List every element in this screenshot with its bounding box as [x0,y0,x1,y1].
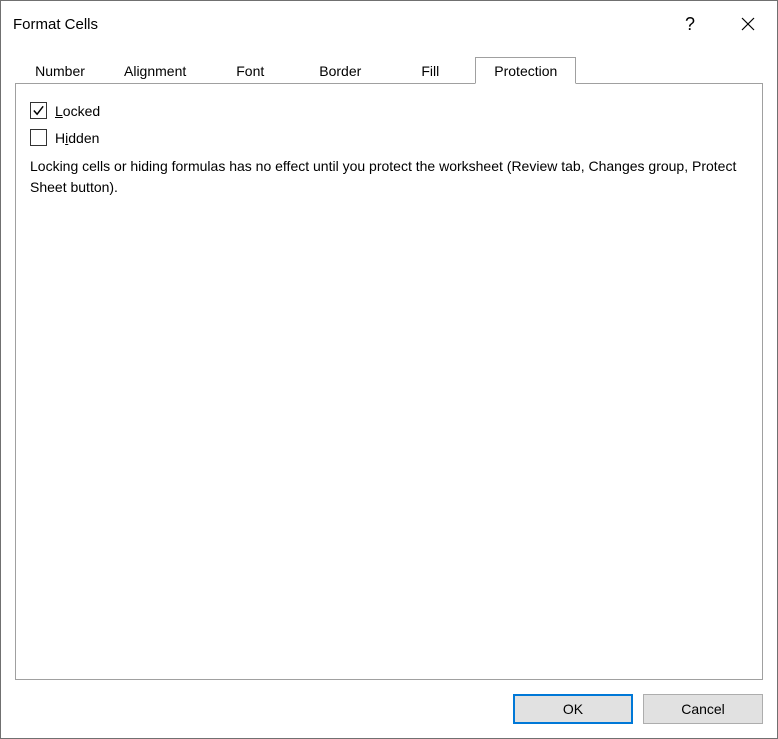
tab-fill[interactable]: Fill [385,57,475,84]
tab-label: Border [319,63,361,79]
checkmark-icon [32,104,45,117]
tab-number[interactable]: Number [15,57,105,84]
format-cells-dialog: Format Cells ? Number Alignment Font [0,0,778,739]
tab-label: Fill [421,63,439,79]
tab-label: Font [236,63,264,79]
close-button[interactable] [719,1,777,47]
tab-alignment[interactable]: Alignment [105,57,205,84]
locked-checkbox[interactable] [30,102,47,119]
tab-label: Alignment [124,63,186,79]
locked-checkbox-row[interactable]: Locked [30,102,748,119]
ok-button-label: OK [563,701,583,717]
cancel-button-label: Cancel [681,701,725,717]
cancel-button[interactable]: Cancel [643,694,763,724]
titlebar-buttons: ? [661,1,777,47]
ok-button[interactable]: OK [513,694,633,724]
help-button[interactable]: ? [661,1,719,47]
hidden-label: Hidden [55,130,99,146]
help-icon: ? [685,14,695,35]
dialog-title: Format Cells [13,16,661,33]
tab-label: Protection [494,63,557,79]
hidden-checkbox-row[interactable]: Hidden [30,129,748,146]
locked-label: Locked [55,103,100,119]
tabs-row: Number Alignment Font Border Fill Protec… [15,57,763,84]
protection-info-text: Locking cells or hiding formulas has no … [30,156,748,198]
dialog-button-row: OK Cancel [1,680,777,738]
titlebar: Format Cells ? [1,1,777,47]
protection-panel: Locked Hidden Locking cells or hiding fo… [15,83,763,680]
tab-border[interactable]: Border [295,57,385,84]
close-icon [741,17,755,31]
tab-label: Number [35,63,85,79]
tab-font[interactable]: Font [205,57,295,84]
tab-protection[interactable]: Protection [475,57,576,84]
content-area: Number Alignment Font Border Fill Protec… [1,47,777,680]
hidden-checkbox[interactable] [30,129,47,146]
